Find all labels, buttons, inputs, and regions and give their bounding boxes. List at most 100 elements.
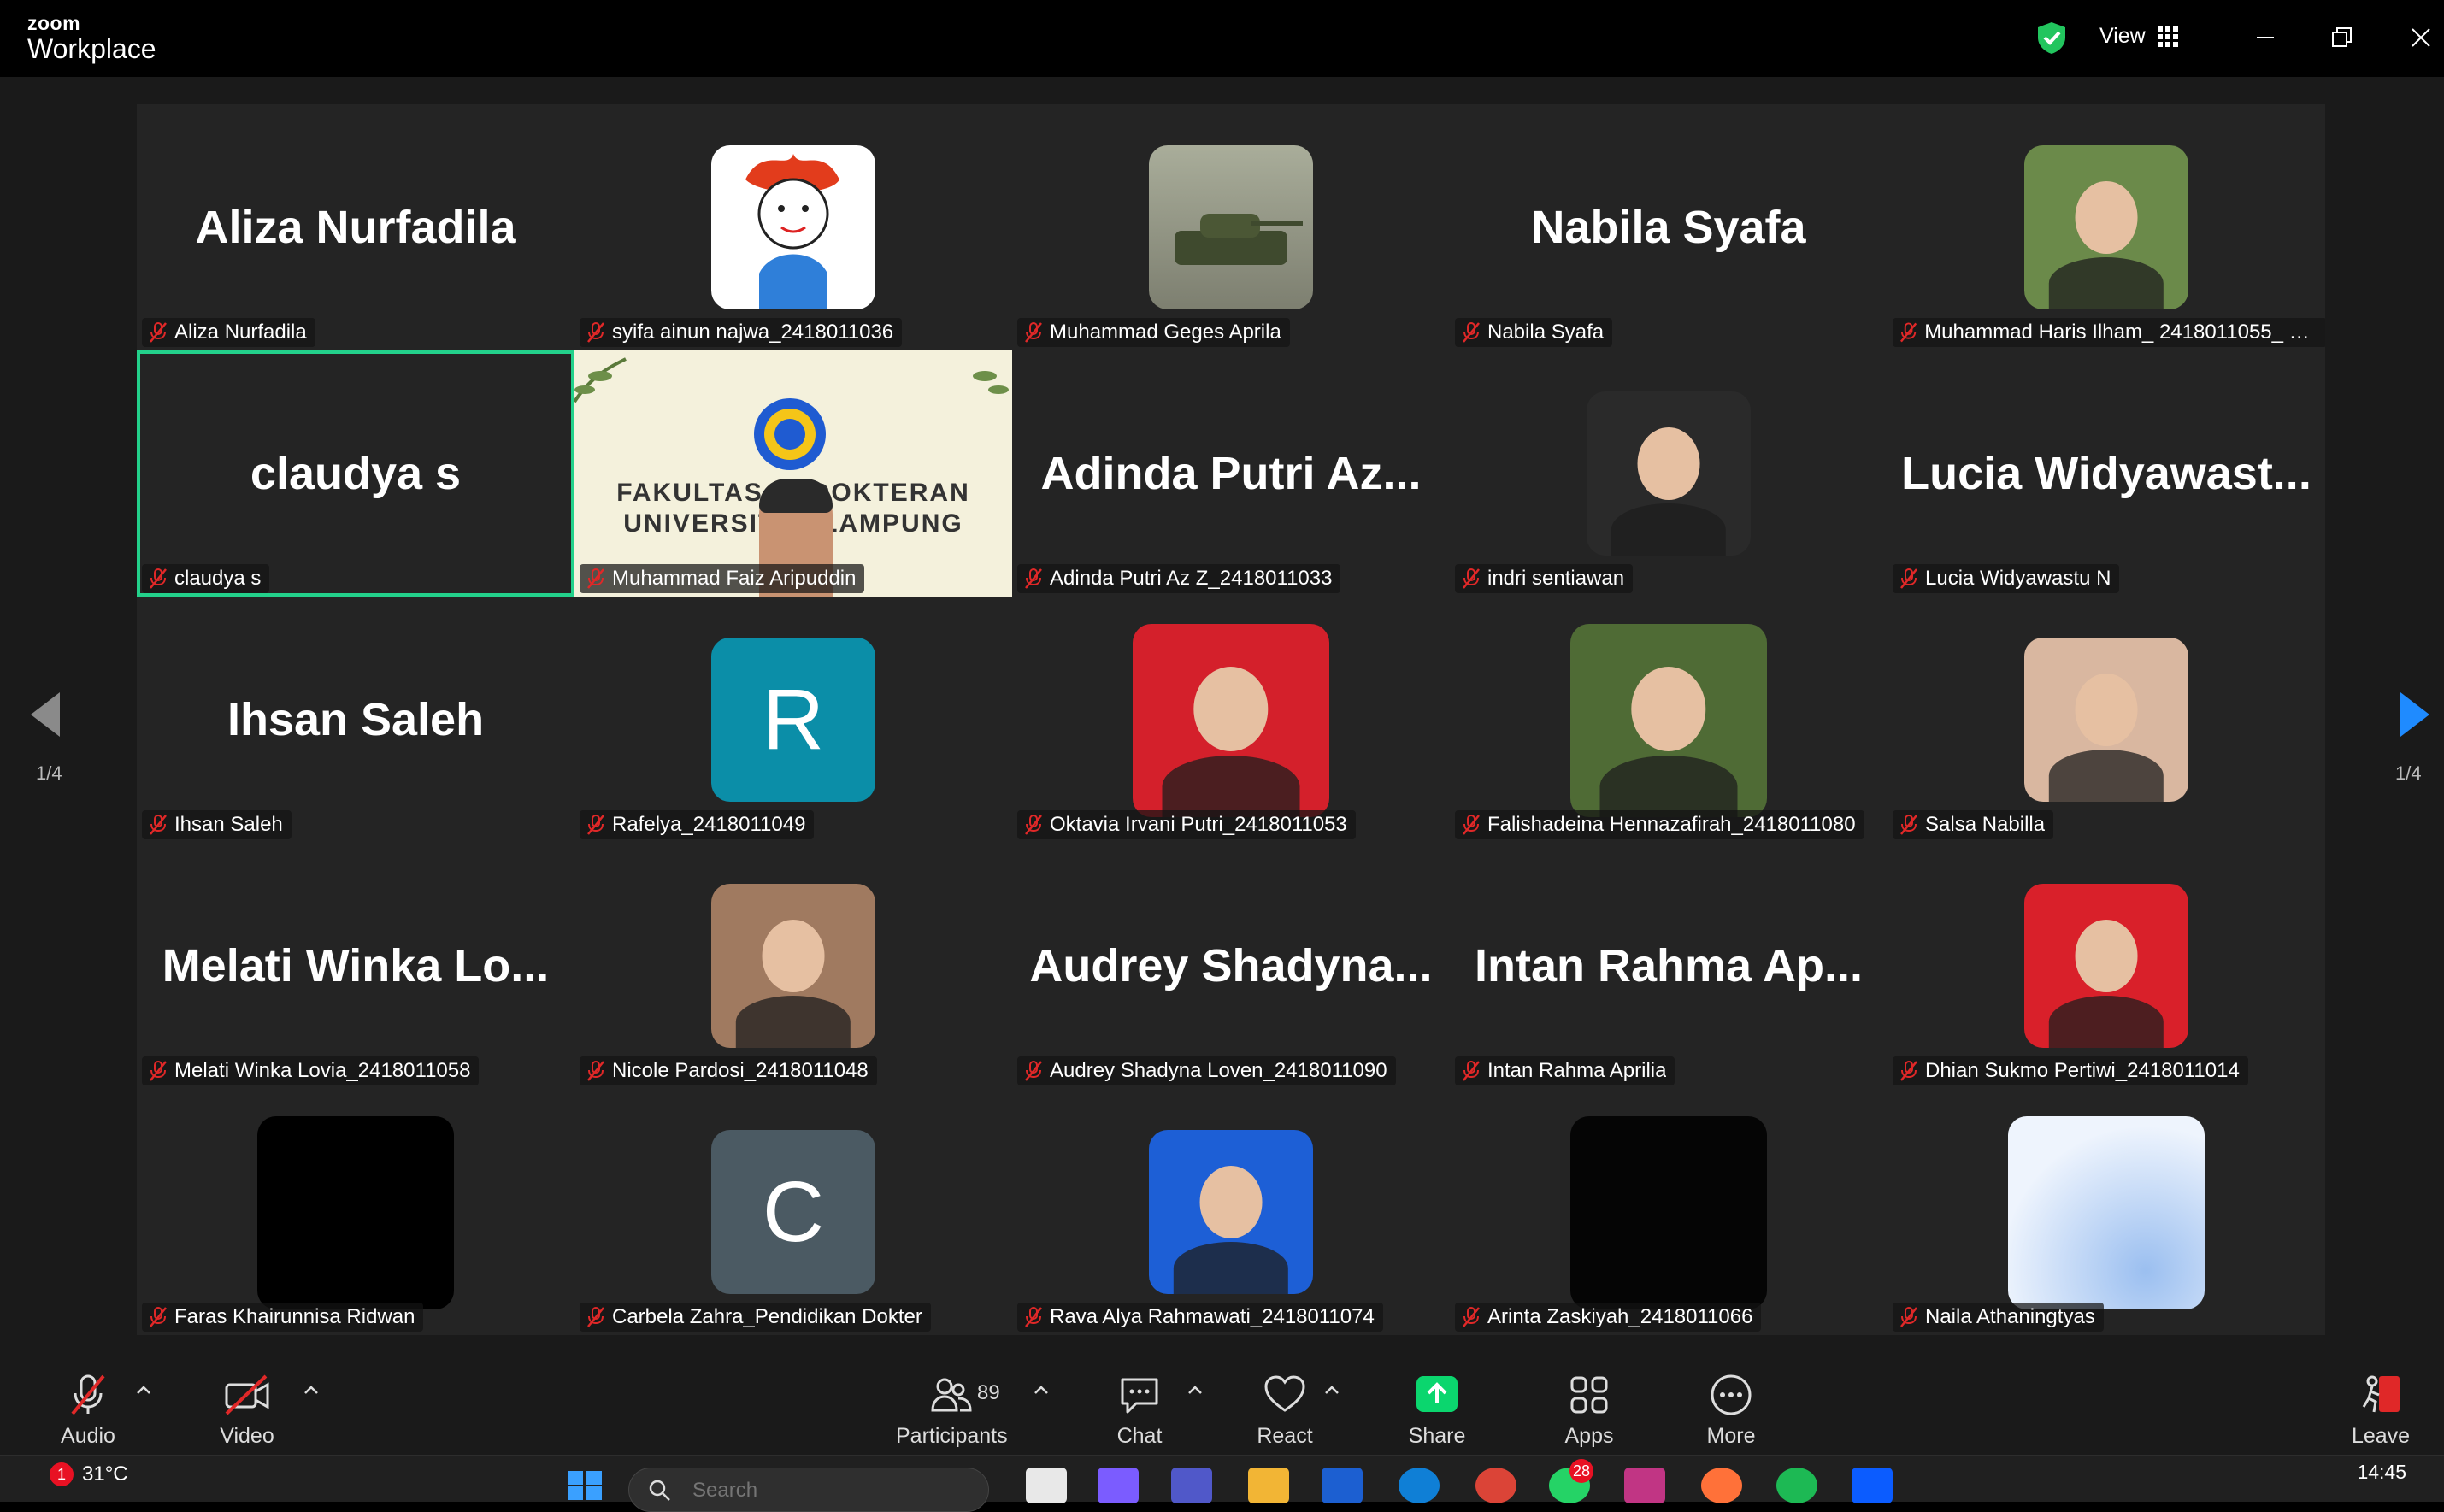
- previous-page-button[interactable]: [29, 691, 63, 743]
- participant-tile[interactable]: Muhammad Geges Aprila: [1012, 104, 1450, 350]
- chat-label: Chat: [1116, 1424, 1163, 1448]
- participant-avatar: [2024, 145, 2188, 309]
- participant-tile[interactable]: syifa ainun najwa_2418011036: [574, 104, 1012, 350]
- participant-tile[interactable]: Ihsan Saleh Ihsan Saleh: [137, 597, 574, 843]
- security-shield-icon[interactable]: [2035, 21, 2069, 55]
- more-dots-icon: [1711, 1374, 1752, 1415]
- file-explorer-icon[interactable]: [1248, 1468, 1289, 1503]
- muted-mic-icon: [1900, 815, 1917, 835]
- share-button[interactable]: Share: [1381, 1371, 1493, 1449]
- instagram-icon[interactable]: [1624, 1468, 1665, 1503]
- participant-tile[interactable]: Rava Alya Rahmawati_2418011074: [1012, 1089, 1450, 1335]
- store-icon[interactable]: [1322, 1468, 1363, 1503]
- participant-name: Naila Athaningtyas: [1925, 1305, 2095, 1328]
- leave-button[interactable]: Leave: [2325, 1371, 2436, 1449]
- participant-tile[interactable]: Aliza Nurfadila Aliza Nurfadila: [137, 104, 574, 350]
- participant-tile[interactable]: Falishadeina Hennazafirah_2418011080: [1450, 597, 1887, 843]
- participant-avatar-letter: R: [711, 638, 875, 802]
- participant-name-tag: indri sentiawan: [1455, 564, 1634, 593]
- participant-tile[interactable]: Nabila Syafa Nabila Syafa: [1450, 104, 1887, 350]
- video-button[interactable]: Video: [191, 1371, 303, 1449]
- grid-icon: [2157, 26, 2178, 47]
- restore-button[interactable]: [2322, 19, 2363, 56]
- minimize-button[interactable]: [2245, 19, 2286, 56]
- weather-widget[interactable]: 1 31°C: [50, 1462, 128, 1486]
- close-icon: [2412, 28, 2430, 47]
- participant-name-tag: Nabila Syafa: [1455, 318, 1613, 347]
- participant-name: Melati Winka Lovia_2418011058: [174, 1059, 471, 1082]
- participant-name: Nicole Pardosi_2418011048: [612, 1059, 869, 1082]
- participant-display-name: Intan Rahma Ap...: [1474, 940, 1864, 991]
- react-label: React: [1257, 1424, 1313, 1448]
- whatsapp-icon[interactable]: 28: [1549, 1459, 1593, 1503]
- participant-name: Rafelya_2418011049: [612, 813, 806, 836]
- participant-name-tag: Muhammad Haris Ilham_ 2418011055_ PS...: [1893, 318, 2325, 347]
- participants-options-caret-icon[interactable]: [1033, 1381, 1050, 1398]
- participant-tile[interactable]: C Carbela Zahra_Pendidikan Dokter: [574, 1089, 1012, 1335]
- participant-tile[interactable]: Adinda Putri Az... Adinda Putri Az Z_2418…: [1012, 350, 1450, 597]
- react-options-caret-icon[interactable]: [1323, 1381, 1340, 1398]
- view-button[interactable]: View: [2099, 24, 2178, 49]
- participant-tile[interactable]: Naila Athaningtyas: [1887, 1089, 2325, 1335]
- participant-tile[interactable]: Lucia Widyawast... Lucia Widyawastu N: [1887, 350, 2325, 597]
- participant-display-name: Nabila Syafa: [1531, 202, 1806, 253]
- participant-name: claudya s: [174, 567, 262, 590]
- participant-tile[interactable]: Muhammad Haris Ilham_ 2418011055_ PS...: [1887, 104, 2325, 350]
- chat-button[interactable]: Chat: [1084, 1371, 1195, 1449]
- participant-avatar: [1570, 1116, 1767, 1309]
- muted-mic-icon: [1025, 568, 1042, 589]
- participant-tile[interactable]: Melati Winka Lo... Melati Winka Lovia_241…: [137, 843, 574, 1089]
- participant-tile[interactable]: Oktavia Irvani Putri_2418011053: [1012, 597, 1450, 843]
- firefox-icon[interactable]: [1701, 1468, 1742, 1503]
- participant-name: Falishadeina Hennazafirah_2418011080: [1487, 813, 1856, 836]
- spotify-icon[interactable]: [1776, 1468, 1817, 1503]
- participant-name-tag: Audrey Shadyna Loven_2418011090: [1017, 1056, 1396, 1085]
- audio-options-caret-icon[interactable]: [135, 1381, 152, 1398]
- gallery-grid: Aliza Nurfadila Aliza Nurfadila syifa ainu…: [137, 104, 2325, 1335]
- participant-avatar: [711, 145, 875, 309]
- audio-button[interactable]: Audio: [32, 1371, 144, 1449]
- task-view-icon[interactable]: [1026, 1468, 1067, 1503]
- arrow-right-icon: [2400, 692, 2429, 737]
- participant-name-tag: Muhammad Geges Aprila: [1017, 318, 1290, 347]
- copilot-icon[interactable]: [1098, 1468, 1139, 1503]
- participant-tile[interactable]: Audrey Shadyna... Audrey Shadyna Loven_24…: [1012, 843, 1450, 1089]
- taskbar-search-input[interactable]: [691, 1475, 951, 1506]
- participant-tile[interactable]: FAKULTAS KEDOKTERAN UNIVERSITAS LAMPUNG Mu…: [574, 350, 1012, 597]
- muted-mic-icon: [1900, 1061, 1917, 1081]
- participant-name-tag: Falishadeina Hennazafirah_2418011080: [1455, 810, 1864, 839]
- participant-display-name: Adinda Putri Az...: [1040, 448, 1422, 499]
- close-button[interactable]: [2400, 19, 2441, 56]
- edge-icon[interactable]: [1399, 1468, 1440, 1503]
- muted-mic-icon: [1463, 815, 1480, 835]
- muted-mic-icon: [587, 322, 604, 343]
- participant-display-name: Aliza Nurfadila: [195, 202, 516, 253]
- participant-video: FAKULTAS KEDOKTERAN UNIVERSITAS LAMPUNG: [574, 350, 1012, 597]
- chat-options-caret-icon[interactable]: [1187, 1381, 1204, 1398]
- participant-tile[interactable]: Salsa Nabilla: [1887, 597, 2325, 843]
- participant-name-tag: Ihsan Saleh: [142, 810, 292, 839]
- participant-tile[interactable]: Intan Rahma Ap... Intan Rahma Aprilia: [1450, 843, 1887, 1089]
- muted-mic-icon: [150, 1307, 167, 1327]
- zoom-taskbar-icon[interactable]: [1852, 1468, 1893, 1503]
- minimize-icon: [2257, 37, 2274, 38]
- participant-tile[interactable]: Nicole Pardosi_2418011048: [574, 843, 1012, 1089]
- windows-start-button[interactable]: [564, 1468, 605, 1503]
- participant-tile[interactable]: Dhian Sukmo Pertiwi_2418011014: [1887, 843, 2325, 1089]
- participant-name: syifa ainun najwa_2418011036: [612, 321, 894, 344]
- participant-tile[interactable]: Arinta Zaskiyah_2418011066: [1450, 1089, 1887, 1335]
- muted-mic-icon: [1463, 1061, 1480, 1081]
- teams-icon[interactable]: [1171, 1468, 1212, 1503]
- more-button[interactable]: More: [1675, 1371, 1787, 1449]
- participant-tile[interactable]: claudya s claudya s: [137, 350, 574, 597]
- apps-button[interactable]: Apps: [1534, 1371, 1645, 1449]
- participant-tile[interactable]: indri sentiawan: [1450, 350, 1887, 597]
- participant-tile[interactable]: R Rafelya_2418011049: [574, 597, 1012, 843]
- chrome-icon[interactable]: [1475, 1468, 1516, 1503]
- participant-name: Carbela Zahra_Pendidikan Dokter: [612, 1305, 922, 1328]
- video-options-caret-icon[interactable]: [303, 1381, 320, 1398]
- participant-name-tag: Melati Winka Lovia_2418011058: [142, 1056, 480, 1085]
- taskbar-search[interactable]: [628, 1468, 989, 1512]
- participant-tile[interactable]: Faras Khairunnisa Ridwan: [137, 1089, 574, 1335]
- next-page-button[interactable]: [2397, 691, 2431, 743]
